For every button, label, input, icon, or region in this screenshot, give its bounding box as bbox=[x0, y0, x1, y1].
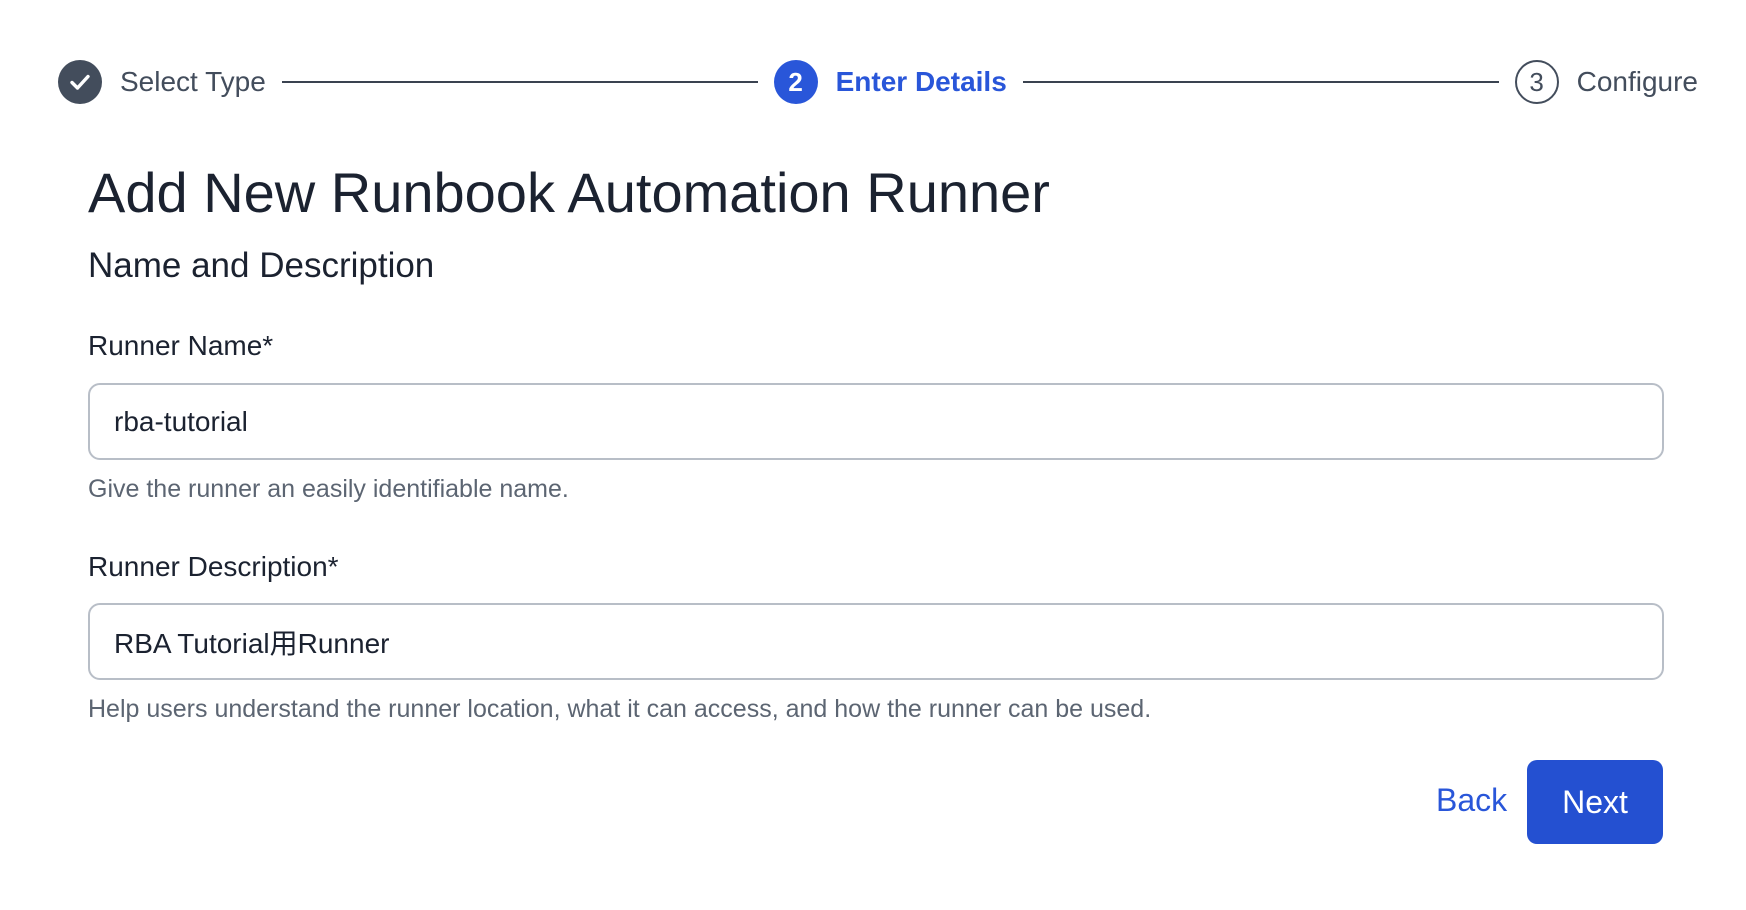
section-title: Name and Description bbox=[88, 246, 435, 285]
runner-description-label: Runner Description* bbox=[88, 551, 339, 582]
step-connector bbox=[281, 81, 758, 83]
step-label-enter-details: Enter Details bbox=[835, 66, 1007, 97]
back-button[interactable]: Back bbox=[1420, 762, 1523, 838]
step-select-type[interactable]: Select Type bbox=[58, 60, 266, 104]
step-label-configure: Configure bbox=[1576, 66, 1698, 97]
runner-name-input[interactable] bbox=[88, 383, 1664, 460]
page-title: Add New Runbook Automation Runner bbox=[88, 161, 1050, 224]
runner-name-help: Give the runner an easily identifiable n… bbox=[88, 475, 569, 503]
step-enter-details[interactable]: 2 Enter Details bbox=[773, 60, 1007, 104]
step-number-configure: 3 bbox=[1514, 60, 1559, 104]
step-number-enter-details: 2 bbox=[773, 60, 818, 104]
runner-description-help: Help users understand the runner locatio… bbox=[88, 695, 1152, 723]
step-completed-indicator bbox=[58, 60, 102, 104]
step-configure[interactable]: 3 Configure bbox=[1514, 60, 1698, 104]
step-connector bbox=[1022, 81, 1499, 83]
runner-description-input[interactable] bbox=[88, 603, 1664, 680]
checkmark-icon bbox=[70, 74, 90, 90]
next-button[interactable]: Next bbox=[1527, 760, 1663, 844]
runner-name-label: Runner Name* bbox=[88, 330, 274, 361]
step-label-select-type: Select Type bbox=[120, 66, 266, 97]
progress-stepper: Select Type 2 Enter Details 3 Configure bbox=[58, 58, 1698, 106]
